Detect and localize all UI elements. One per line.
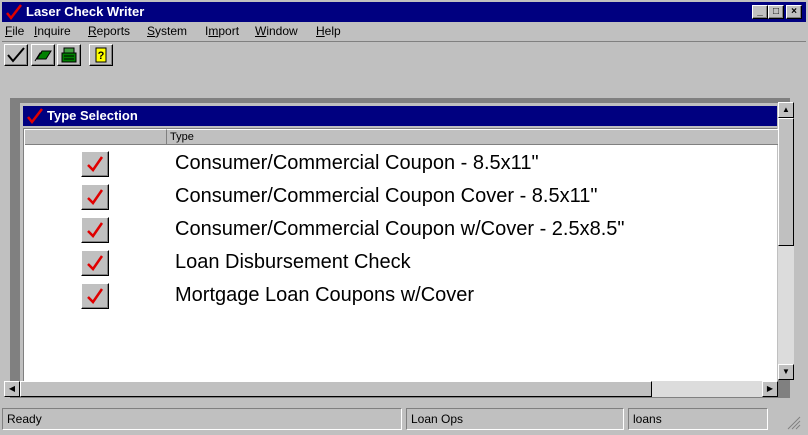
- maximize-button[interactable]: □: [768, 5, 784, 19]
- help-question-icon: ?: [95, 47, 107, 63]
- check-icon: [87, 288, 104, 304]
- menu-import[interactable]: Import: [205, 24, 239, 38]
- type-grid: Type Consumer/Commercial Coupon - 8.5x11…: [23, 128, 778, 384]
- toolbar-check-button[interactable]: [4, 44, 28, 66]
- scroll-up-button[interactable]: ▲: [778, 102, 794, 118]
- horizontal-scroll-thumb[interactable]: [20, 381, 652, 397]
- table-row[interactable]: Consumer/Commercial Coupon w/Cover - 2.5…: [24, 213, 778, 246]
- row-type-label: Loan Disbursement Check: [175, 251, 411, 273]
- row-type-label: Consumer/Commercial Coupon w/Cover - 2.5…: [175, 218, 625, 240]
- scroll-down-button[interactable]: ▼: [778, 364, 794, 380]
- table-row[interactable]: Consumer/Commercial Coupon Cover - 8.5x1…: [24, 180, 778, 213]
- menu-reports[interactable]: Reports: [88, 24, 130, 38]
- row-check-toggle[interactable]: [81, 184, 109, 210]
- menu-file[interactable]: File: [5, 24, 24, 38]
- status-bar: Ready Loan Ops loans: [2, 405, 806, 433]
- check-icon: [87, 222, 104, 238]
- menu-inquire[interactable]: Inquire: [34, 24, 71, 38]
- table-row[interactable]: Mortgage Loan Coupons w/Cover: [24, 279, 778, 312]
- check-icon: [87, 156, 104, 172]
- check-icon: [87, 189, 104, 205]
- scroll-left-button[interactable]: ◀: [4, 381, 20, 397]
- type-selection-window: Type Selection Type Consumer/Commercial …: [20, 103, 778, 395]
- check-icon: [6, 4, 22, 21]
- title-bar[interactable]: Laser Check Writer _ □ ×: [2, 2, 806, 22]
- status-message-panel: Ready: [2, 408, 402, 430]
- close-button[interactable]: ×: [786, 5, 802, 19]
- vertical-scrollbar[interactable]: ▲ ▼: [778, 102, 794, 380]
- child-window-title: Type Selection: [47, 108, 138, 123]
- status-user: loans: [633, 412, 662, 426]
- row-check-toggle[interactable]: [81, 151, 109, 177]
- resize-grip-icon[interactable]: [784, 413, 802, 431]
- toolbar-register-button[interactable]: [57, 44, 81, 66]
- cash-register-icon: [61, 47, 77, 63]
- toolbar-money-button[interactable]: [31, 44, 55, 66]
- row-type-label: Consumer/Commercial Coupon Cover - 8.5x1…: [175, 185, 598, 207]
- child-title-bar[interactable]: Type Selection: [23, 106, 777, 126]
- vertical-scroll-thumb[interactable]: [778, 118, 794, 246]
- window-title: Laser Check Writer: [26, 4, 145, 19]
- table-row[interactable]: Loan Disbursement Check: [24, 246, 778, 279]
- grid-header-type[interactable]: Type: [167, 129, 778, 145]
- row-check-toggle[interactable]: [81, 250, 109, 276]
- table-row[interactable]: Consumer/Commercial Coupon - 8.5x11": [24, 147, 778, 180]
- svg-text:?: ?: [98, 50, 105, 62]
- scroll-right-button[interactable]: ▶: [762, 381, 778, 397]
- menu-window[interactable]: Window: [255, 24, 298, 38]
- status-message: Ready: [7, 412, 42, 426]
- toolbar: ?: [2, 41, 806, 96]
- status-user-panel: loans: [628, 408, 768, 430]
- status-department-panel: Loan Ops: [406, 408, 624, 430]
- row-check-toggle[interactable]: [81, 217, 109, 243]
- app-window: Laser Check Writer _ □ × File Inquire Re…: [0, 0, 808, 435]
- check-icon: [27, 108, 43, 125]
- toolbar-help-button[interactable]: ?: [89, 44, 113, 66]
- grid-header-select[interactable]: [24, 129, 167, 145]
- minimize-button[interactable]: _: [752, 5, 768, 19]
- menu-bar: File Inquire Reports System Import Windo…: [2, 22, 806, 41]
- menu-help[interactable]: Help: [316, 24, 341, 38]
- grid-header: Type: [24, 129, 778, 145]
- row-type-label: Mortgage Loan Coupons w/Cover: [175, 284, 475, 306]
- row-check-toggle[interactable]: [81, 283, 109, 309]
- horizontal-scrollbar[interactable]: ◀ ▶: [4, 381, 778, 397]
- menu-system[interactable]: System: [147, 24, 187, 38]
- row-type-label: Consumer/Commercial Coupon - 8.5x11": [175, 152, 539, 174]
- check-icon: [7, 47, 25, 63]
- money-stack-icon: [34, 50, 52, 62]
- status-department: Loan Ops: [411, 412, 464, 426]
- check-icon: [87, 255, 104, 271]
